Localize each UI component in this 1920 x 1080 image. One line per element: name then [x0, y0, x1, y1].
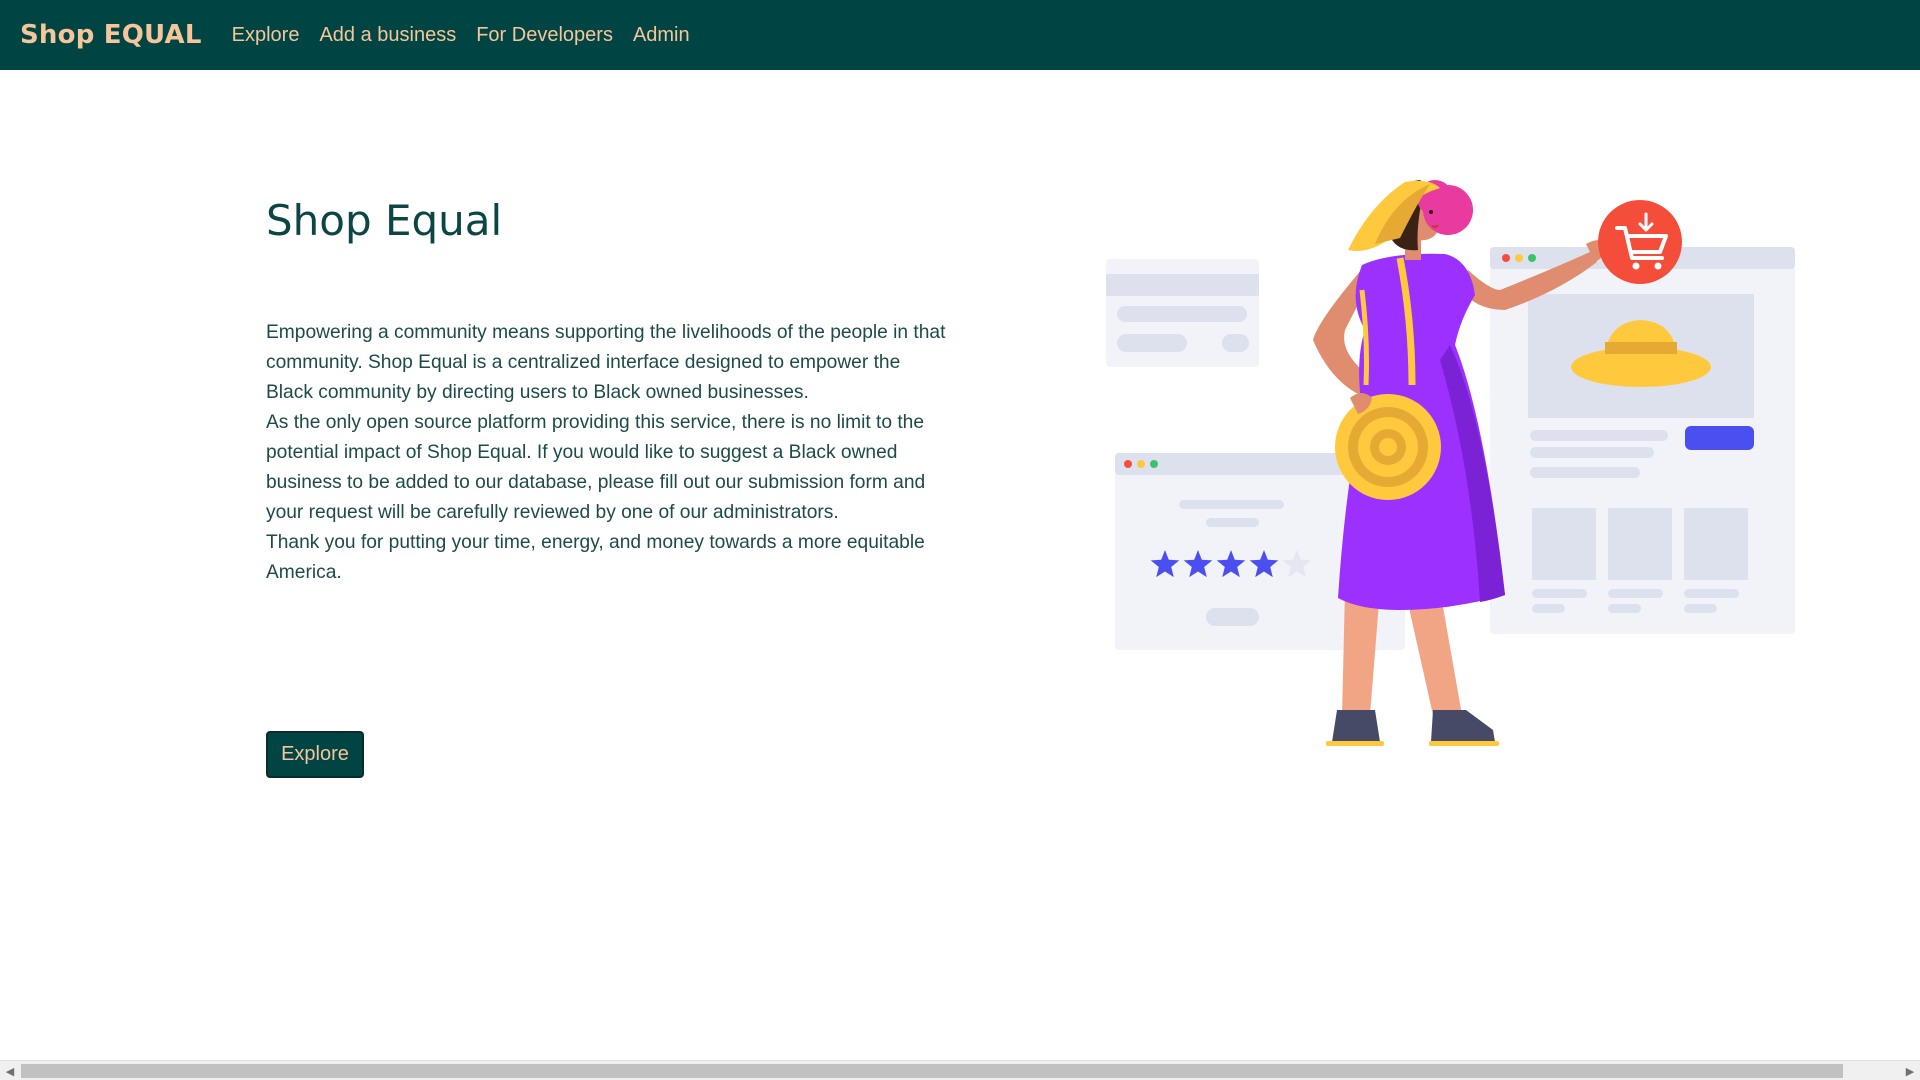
- round-bag-icon: [1335, 394, 1441, 500]
- hero-paragraph-2: As the only open source platform providi…: [266, 412, 926, 523]
- page-title: Shop Equal: [266, 196, 503, 245]
- horizontal-scrollbar[interactable]: ◀ ▶: [0, 1060, 1920, 1080]
- nav-link-developers[interactable]: For Developers: [476, 24, 613, 47]
- product-window: [1490, 247, 1795, 634]
- scroll-left-arrow-icon[interactable]: ◀: [0, 1061, 20, 1080]
- scroll-right-arrow-icon[interactable]: ▶: [1900, 1061, 1920, 1080]
- hero-description: Empowering a community means supporting …: [266, 318, 946, 588]
- explore-button[interactable]: Explore: [266, 731, 364, 778]
- hero-paragraph-3: Thank you for putting your time, energy,…: [266, 532, 925, 583]
- nav-link-explore[interactable]: Explore: [232, 24, 300, 47]
- placeholder-card-small: [1106, 259, 1259, 367]
- hero-paragraph-1: Empowering a community means supporting …: [266, 322, 946, 403]
- shopping-illustration: [1106, 180, 1795, 746]
- top-navbar: Shop EQUAL Explore Add a business For De…: [0, 0, 1920, 70]
- brand-logo[interactable]: Shop EQUAL: [20, 20, 202, 50]
- nav-link-add-business[interactable]: Add a business: [319, 24, 456, 47]
- scrollbar-thumb[interactable]: [21, 1064, 1843, 1078]
- nav-link-admin[interactable]: Admin: [633, 24, 690, 47]
- shopping-cart-icon: [1598, 200, 1682, 284]
